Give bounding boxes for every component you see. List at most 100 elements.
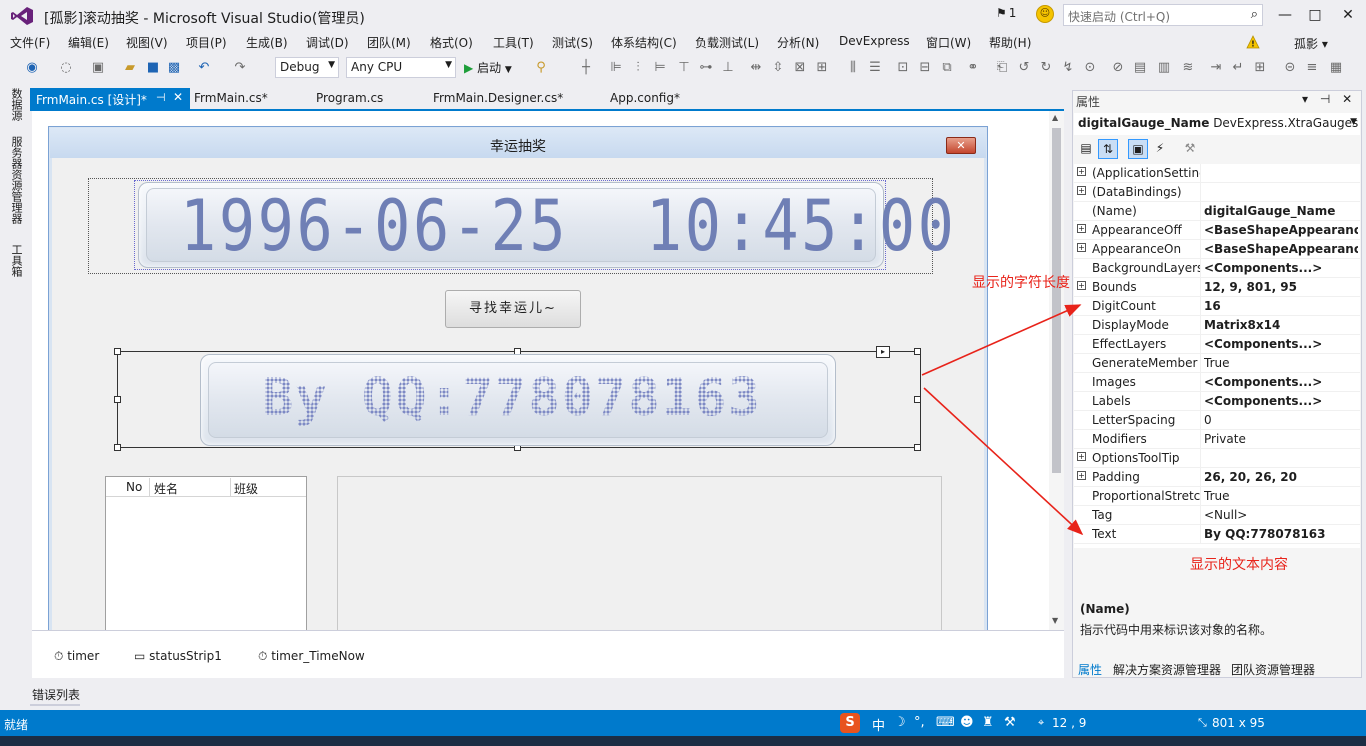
solution-platform-dropdown[interactable]: Any CPU ▼ — [346, 57, 456, 78]
property-row[interactable]: DisplayMode Matrix8x14 — [1074, 316, 1360, 335]
menu-edit[interactable]: 编辑(E) — [68, 34, 109, 51]
properties-view-icon[interactable]: ▣ — [1128, 139, 1148, 159]
properties-window-controls[interactable]: ▾ ⊣ ✕ — [1302, 92, 1356, 106]
column-divider[interactable] — [1200, 430, 1201, 449]
insert-icon[interactable]: ⇥ — [1208, 60, 1224, 76]
notification-flag[interactable]: ⚑ 1 — [996, 6, 1016, 20]
object-selector-dropdown[interactable]: digitalGauge_Name DevExpress.XtraGauges … — [1074, 113, 1360, 135]
property-value[interactable]: True — [1204, 489, 1358, 503]
smart-tag-arrow-icon[interactable]: ▸ — [876, 346, 890, 358]
column-header-class[interactable]: 班级 — [234, 480, 258, 497]
property-value[interactable]: By QQ:778078163 — [1204, 527, 1358, 541]
center-vertically-icon[interactable]: ⊟ — [917, 60, 933, 76]
warning-icon[interactable]: ! — [1246, 35, 1260, 49]
save-all-icon[interactable]: ▩ — [166, 60, 182, 76]
solution-configuration-dropdown[interactable]: Debug ▼ — [275, 57, 339, 78]
property-row[interactable]: Images <Components...> — [1074, 373, 1360, 392]
winner-list-view[interactable]: No 姓名 班级 — [105, 476, 307, 636]
column-divider[interactable] — [1200, 354, 1201, 373]
column-divider[interactable] — [1200, 240, 1201, 259]
tab-frmmain-code[interactable]: FrmMain.cs* — [188, 88, 274, 109]
expand-icon[interactable]: + — [1077, 281, 1086, 290]
find-lucky-button[interactable]: 寻找幸运儿~ — [445, 290, 581, 328]
text-format-icon[interactable]: ▦ — [1328, 60, 1344, 76]
property-row[interactable]: ProportionalStretc True — [1074, 487, 1360, 506]
align-centers-icon[interactable]: ⫶ — [630, 60, 646, 76]
property-value[interactable]: <Components...> — [1204, 394, 1358, 408]
menu-format[interactable]: 格式(O) — [430, 34, 473, 51]
feedback-smiley-icon[interactable]: ☺ — [1036, 5, 1054, 23]
column-divider[interactable] — [1200, 259, 1201, 278]
resize-handle[interactable] — [114, 396, 121, 403]
alphabetical-icon[interactable]: ⇅ — [1098, 139, 1118, 159]
property-row[interactable]: + (ApplicationSetting — [1074, 164, 1360, 183]
bookmark-folder-icon[interactable]: ↯ — [1060, 60, 1076, 76]
expand-icon[interactable]: + — [1077, 186, 1086, 195]
menu-devexpress[interactable]: DevExpress — [839, 34, 910, 48]
format-selection-icon[interactable]: ⊘ — [1110, 60, 1126, 76]
menu-project[interactable]: 项目(P) — [186, 34, 227, 51]
scroll-up-icon[interactable]: ▲ — [1052, 113, 1058, 122]
property-row[interactable]: Labels <Components...> — [1074, 392, 1360, 411]
tray-item-statusstrip[interactable]: ▭ statusStrip1 — [134, 649, 222, 663]
side-tab-data-sources[interactable]: 数据源 — [6, 88, 23, 121]
property-value[interactable]: Private — [1204, 432, 1358, 446]
ime-language[interactable]: 中 — [872, 715, 885, 734]
property-row[interactable]: + Bounds 12, 9, 801, 95 — [1074, 278, 1360, 297]
make-same-size-icon[interactable]: ⊠ — [792, 60, 808, 76]
spell-check-icon[interactable]: ≋ — [1180, 60, 1196, 76]
column-divider[interactable] — [1200, 278, 1201, 297]
tray-item-timer[interactable]: ⏱ timer — [54, 649, 99, 664]
punctuation-icon[interactable]: °, — [914, 715, 925, 730]
menu-view[interactable]: 视图(V) — [126, 34, 168, 51]
bookmark-icon[interactable]: ⎗ — [994, 60, 1010, 76]
side-tab-server-explorer[interactable]: 服务器资源管理器 — [6, 136, 23, 224]
scroll-down-icon[interactable]: ▼ — [1052, 616, 1058, 625]
list-icon[interactable]: ≡ — [1304, 60, 1320, 76]
property-row[interactable]: Text By QQ:778078163 — [1074, 525, 1360, 544]
error-list-tab[interactable]: 错误列表 — [32, 686, 80, 703]
property-row[interactable]: Modifiers Private — [1074, 430, 1360, 449]
resize-handle[interactable] — [114, 348, 121, 355]
column-divider[interactable] — [1200, 487, 1201, 506]
tab-properties[interactable]: 属性 — [1078, 661, 1102, 678]
tab-frmmain-designer[interactable]: FrmMain.cs [设计]* ⊣ ✕ — [30, 88, 190, 109]
menu-test[interactable]: 测试(S) — [552, 34, 593, 51]
menu-help[interactable]: 帮助(H) — [989, 34, 1031, 51]
property-row[interactable]: + Padding 26, 20, 26, 20 — [1074, 468, 1360, 487]
undo-icon[interactable]: ↶ — [196, 60, 212, 76]
expand-icon[interactable]: + — [1077, 243, 1086, 252]
tab-app-config[interactable]: App.config* — [604, 88, 686, 109]
menu-architecture[interactable]: 体系结构(C) — [611, 34, 677, 51]
parentheses-icon[interactable]: ⊝ — [1282, 60, 1298, 76]
property-value[interactable]: True — [1204, 356, 1358, 370]
property-value[interactable]: <Components...> — [1204, 337, 1358, 351]
property-value[interactable]: 0 — [1204, 413, 1358, 427]
user-account-menu[interactable]: 孤影 ▾ — [1294, 35, 1328, 52]
user-icon[interactable]: ☻ — [960, 715, 974, 730]
property-value[interactable]: <Null> — [1204, 508, 1358, 522]
property-value[interactable]: digitalGauge_Name — [1204, 204, 1358, 218]
property-row[interactable]: EffectLayers <Components...> — [1074, 335, 1360, 354]
property-row[interactable]: BackgroundLayers <Components...> — [1074, 259, 1360, 278]
align-rights-icon[interactable]: ⊨ — [652, 60, 668, 76]
column-divider[interactable] — [1200, 411, 1201, 430]
column-divider[interactable] — [149, 478, 150, 496]
events-lightning-icon[interactable]: ⚡ — [1150, 139, 1170, 159]
resize-handle[interactable] — [114, 444, 121, 451]
property-row[interactable]: LetterSpacing 0 — [1074, 411, 1360, 430]
property-row[interactable]: GenerateMember True — [1074, 354, 1360, 373]
column-divider[interactable] — [1200, 335, 1201, 354]
resize-handle[interactable] — [914, 348, 921, 355]
align-lefts-icon[interactable]: ⊫ — [608, 60, 624, 76]
close-tab-icon[interactable]: ✕ — [173, 90, 183, 104]
open-file-icon[interactable]: ▰ — [122, 60, 138, 76]
property-row[interactable]: + AppearanceOn <BaseShapeAppearance> — [1074, 240, 1360, 259]
bookmark-next-icon[interactable]: ↻ — [1038, 60, 1054, 76]
menu-load-test[interactable]: 负载测试(L) — [695, 34, 759, 51]
property-value[interactable]: <Components...> — [1204, 261, 1358, 275]
column-divider[interactable] — [1200, 525, 1201, 544]
align-tops-icon[interactable]: ⊤ — [676, 60, 692, 76]
menu-build[interactable]: 生成(B) — [246, 34, 288, 51]
property-value[interactable]: 26, 20, 26, 20 — [1204, 470, 1358, 484]
